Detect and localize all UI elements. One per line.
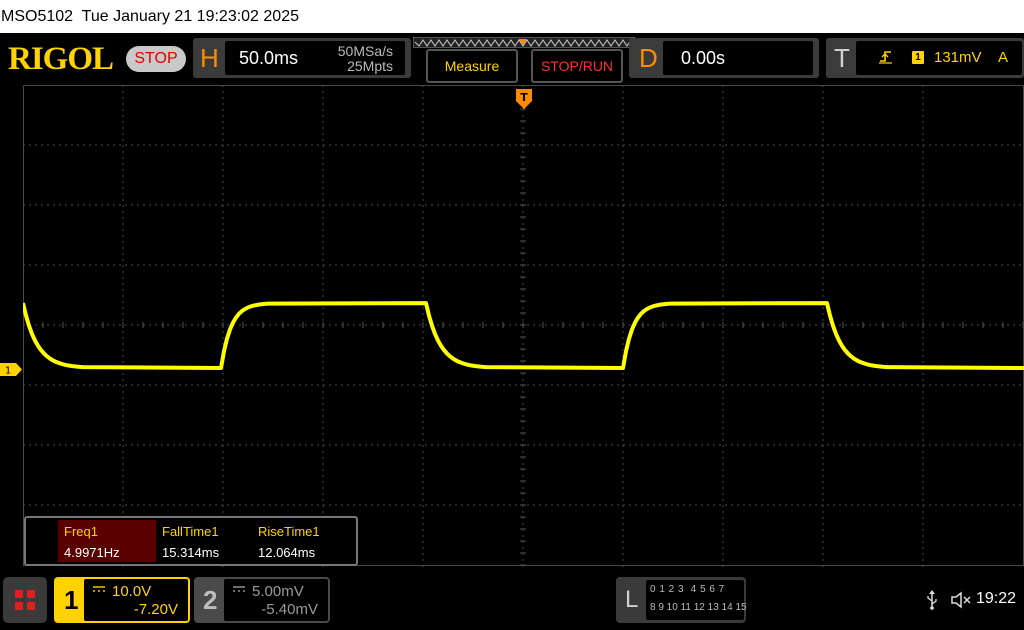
measurement-value: 12.064ms (258, 545, 316, 560)
trigger-mode: A (998, 49, 1009, 66)
delay-settings[interactable]: D 0.00s (629, 38, 819, 78)
waveform-display[interactable] (23, 85, 1024, 567)
channel-number: 1 (64, 585, 79, 615)
svg-text:1: 1 (5, 366, 11, 377)
trigger-settings[interactable]: T 1 131mV A (826, 38, 1024, 78)
delay-value-box: 0.00s (663, 41, 813, 75)
measure-button[interactable]: Measure (426, 49, 518, 83)
trigger-position-marker[interactable]: T (515, 88, 533, 110)
channel-number: 2 (203, 585, 218, 615)
measurement-value: 15.314ms (162, 545, 220, 560)
vertical-offset: -7.20V (133, 601, 178, 618)
speaker-muted-icon[interactable] (950, 590, 972, 610)
memory-depth-value: 25Mpts (347, 58, 393, 74)
system-clock: 19:22 (976, 590, 1017, 607)
graticule (23, 85, 1024, 567)
trigger-level: 131mV (934, 49, 982, 66)
dc-coupling-icon (93, 586, 105, 592)
rising-edge-icon (879, 51, 892, 64)
delay-letter: D (639, 43, 658, 73)
logic-channels-row-1: 0 1 2 3 4 5 6 7 (650, 584, 725, 595)
title-text: MSO5102 Tue January 21 19:23:02 2025 (1, 8, 299, 25)
delay-value: 0.00s (681, 48, 726, 68)
logic-letter: L (625, 586, 639, 613)
logic-analyzer-settings[interactable]: L 0 1 2 3 4 5 6 7 8 9 10 11 12 13 14 15 (616, 577, 747, 623)
logic-channels-row-2: 8 9 10 11 12 13 14 15 (650, 602, 747, 613)
header-bar: RIGOL STOP H 50.0ms 50MSa/s 25Mpts Measu… (0, 33, 1024, 85)
memory-position-strip (413, 37, 635, 48)
vertical-scale: 10.0V (112, 583, 152, 600)
channel-1-settings[interactable]: 1 10.0V -7.20V (54, 577, 190, 623)
menu-grid-icon (15, 590, 23, 598)
trigger-source-badge: 1 (912, 51, 924, 64)
horizontal-value-box: 50.0ms 50MSa/s 25Mpts (225, 41, 405, 75)
usb-icon (927, 590, 937, 610)
sample-rate-value: 50MSa/s (337, 43, 393, 59)
horizontal-letter: H (200, 43, 219, 73)
brand-logo: RIGOL (8, 41, 114, 77)
timebase-value: 50.0ms (239, 48, 299, 68)
vertical-offset: -5.40mV (261, 601, 318, 618)
measurement-label: RiseTime1 (258, 524, 320, 539)
measurement-panel[interactable]: Freq1 4.9971Hz FallTime1 15.314ms RiseTi… (24, 516, 358, 566)
run-state-badge[interactable]: STOP (126, 46, 186, 72)
trigger-letter: T (834, 43, 850, 73)
measurement-label: FallTime1 (162, 524, 219, 539)
measurement-cell[interactable]: Freq1 4.9971Hz (58, 520, 156, 562)
horizontal-settings[interactable]: H 50.0ms 50MSa/s 25Mpts (193, 38, 411, 78)
trigger-value-box: 1 131mV A (856, 41, 1022, 75)
measurement-cell[interactable]: RiseTime1 12.064ms (252, 520, 350, 562)
measurement-cell[interactable]: FallTime1 15.314ms (156, 520, 254, 562)
stop-run-button[interactable]: STOP/RUN (531, 49, 623, 83)
channel-2-settings[interactable]: 2 5.00mV -5.40mV (194, 577, 330, 623)
title-bar: MSO5102 Tue January 21 19:23:02 2025 (0, 0, 1024, 33)
svg-text:T: T (520, 91, 528, 104)
main-menu-button[interactable] (3, 577, 47, 623)
bottom-bar: 1 10.0V -7.20V 2 5.00mV -5.40mV L 0 1 2 … (0, 567, 1024, 630)
vertical-scale: 5.00mV (252, 583, 304, 600)
dc-coupling-icon (233, 586, 245, 592)
measurement-value: 4.9971Hz (64, 545, 120, 560)
channel-1-offset-marker[interactable]: 1 (0, 363, 22, 376)
measurement-label: Freq1 (64, 524, 98, 539)
